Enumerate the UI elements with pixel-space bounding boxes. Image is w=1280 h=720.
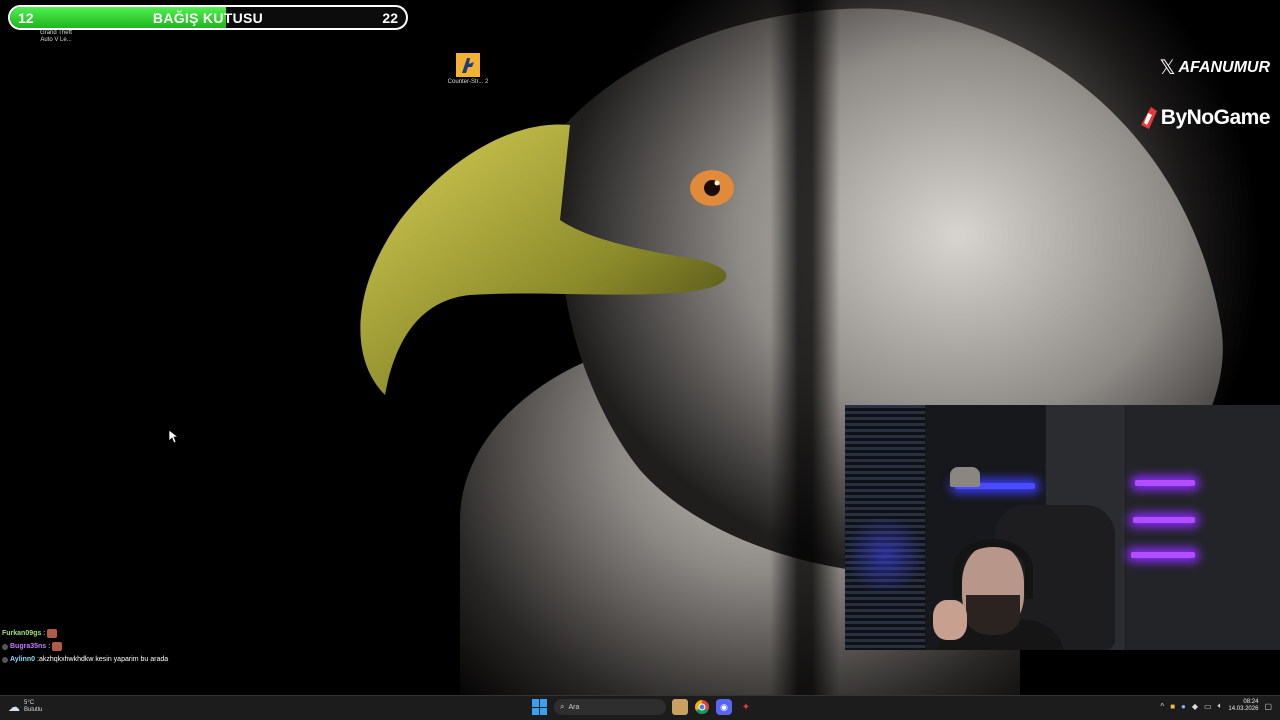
x-handle-text: AFANUMUR <box>1178 58 1270 76</box>
chat-message: Aylinn0 : akzhqkxhwkhdkw kesin yaparim b… <box>2 653 168 666</box>
tray-app-icon[interactable]: ◆ <box>1192 702 1198 711</box>
chat-overlay: Furkan09gs : Bugra35ns : Aylinn0 : akzhq… <box>2 627 168 666</box>
chat-badge-icon <box>2 656 8 663</box>
webcam-overlay <box>845 405 1280 650</box>
wallpaper-shadow-stripe <box>770 0 840 695</box>
bynogame-logo-icon <box>1140 107 1157 129</box>
counter-strike-icon[interactable] <box>456 53 480 77</box>
system-tray: ^ ■ ● ◆ ▭ 🔈︎ 08:24 14.03.2026 ▢ <box>1160 699 1272 713</box>
chat-colon: : <box>43 630 46 637</box>
file-explorer-icon[interactable] <box>672 699 688 715</box>
discord-icon[interactable]: ◉ <box>716 699 732 715</box>
webcam-lamp <box>950 467 980 487</box>
webcam-neon-shelf-1 <box>1135 480 1195 486</box>
donation-goal: 22 <box>382 10 398 26</box>
chat-emote-icon <box>47 629 58 638</box>
notification-icon[interactable]: ▢ <box>1264 702 1272 711</box>
webcam-headphones <box>953 539 1033 599</box>
sponsor-branding: ByNoGame <box>1140 106 1271 130</box>
start-button[interactable] <box>532 699 548 715</box>
desktop-icon-counter-strike-label[interactable]: Counter-Str... 2 <box>446 79 490 86</box>
webcam-neon-shelf-2 <box>1133 517 1195 523</box>
webcam-person-hand <box>933 600 967 640</box>
sponsor-text: ByNoGame <box>1160 106 1271 129</box>
webcam-cabinet-2 <box>1125 405 1280 650</box>
chat-emote-icon <box>52 642 63 651</box>
webcam-person-beard <box>966 595 1020 635</box>
weather-text: 5°C Bulutlu <box>24 700 42 714</box>
chat-message: Bugra35ns : <box>2 640 168 653</box>
weather-temp: 5°C <box>24 700 35 706</box>
taskbar-search[interactable]: ⌕ Ara <box>554 699 666 715</box>
clock-date: 14.03.2026 <box>1228 706 1259 712</box>
search-placeholder: Ara <box>568 703 580 711</box>
mouse-cursor-icon <box>169 430 179 444</box>
donation-title: BAĞIŞ KUTUSU <box>152 10 264 26</box>
chevron-up-icon[interactable]: ^ <box>1160 702 1164 711</box>
webcam-blue-glow <box>845 515 925 595</box>
weather-widget[interactable]: ☁ 5°C Bulutlu <box>8 700 42 714</box>
donation-progress-bar: 12 BAĞIŞ KUTUSU 22 <box>8 5 408 30</box>
weather-desc: Bulutlu <box>24 707 43 713</box>
chat-username: Aylinn0 <box>10 656 36 663</box>
tray-app-icon[interactable]: ● <box>1181 702 1186 711</box>
tray-app-icon[interactable]: ■ <box>1170 702 1175 711</box>
taskbar: ☁ 5°C Bulutlu ⌕ Ara ◉ ✦ ^ ■ ● ◆ ▭ 🔈︎ 08:… <box>0 695 1280 720</box>
chat-message: Furkan09gs : <box>2 627 168 640</box>
search-icon: ⌕ <box>560 702 565 711</box>
chat-colon: : <box>48 643 51 650</box>
chat-username: Bugra35ns <box>10 643 47 650</box>
clock[interactable]: 08:24 14.03.2026 <box>1228 699 1258 713</box>
chrome-icon[interactable] <box>694 699 710 715</box>
taskbar-apps: ⌕ Ara ◉ ✦ <box>532 699 754 715</box>
chat-username: Furkan09gs <box>2 630 42 637</box>
x-logo-icon: 𝕏 <box>1159 57 1176 79</box>
chat-badge-icon <box>2 643 8 650</box>
network-icon[interactable]: ▭ <box>1204 702 1212 711</box>
x-handle-branding: 𝕏 AFANUMUR <box>1159 55 1270 80</box>
volume-icon[interactable]: 🔈︎ <box>1218 701 1223 711</box>
chat-text: akzhqkxhwkhdkw kesin yaparim bu arada <box>38 656 169 663</box>
cloud-icon: ☁ <box>8 700 20 714</box>
webcam-neon-shelf-3 <box>1131 552 1195 558</box>
app-icon[interactable]: ✦ <box>738 699 754 715</box>
clock-time: 08:24 <box>1243 699 1259 705</box>
desktop-icon-gta[interactable]: Grand Theft Auto V Le... <box>34 30 78 44</box>
